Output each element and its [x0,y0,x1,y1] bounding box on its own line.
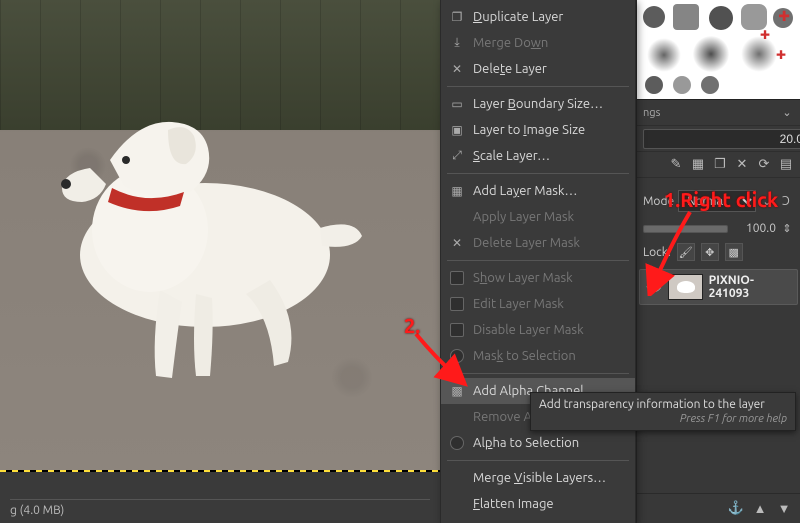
checkbox-icon [450,323,464,337]
brush-settings-row[interactable]: ngs ⌄ [637,100,800,126]
layers-list: 👁 PIXNIO-241093 [637,265,800,309]
status-bar: g (4.0 MB) [0,472,440,523]
brush-toolbar: ✎ ▦ ❐ ✕ ⟳ ▤ [637,152,800,178]
opacity-row: 100.0 ⇕ [637,218,800,239]
scale-icon: ⤢ [449,148,465,164]
lock-position-icon[interactable]: ✥ [701,243,719,261]
anchor-icon[interactable]: ⚓ [728,501,744,517]
layer-context-menu: ❐ Duplicate Layer ⤓ Merge Down ✕ Delete … [440,0,636,523]
opacity-slider[interactable] [643,225,728,233]
edit-brush-icon[interactable]: ✎ [668,157,684,173]
lock-alpha-icon[interactable]: ▩ [725,243,743,261]
menu-separator [447,373,629,374]
duplicate-icon: ❐ [449,9,465,25]
spacing-input[interactable] [643,129,800,149]
menu-scale-layer[interactable]: ⤢ Scale Layer… [441,143,635,169]
blank-icon [449,496,465,512]
canvas-content-dog [20,60,380,400]
fit-image-icon: ▣ [449,122,465,138]
status-text: g (4.0 MB) [10,499,430,517]
duplicate-brush-icon[interactable]: ❐ [712,157,728,173]
blank-icon [449,409,465,425]
alpha-channel-icon: ▩ [449,383,465,399]
menu-separator [447,260,629,261]
radio-icon [450,436,464,450]
radio-icon [450,349,464,363]
lock-pixels-icon[interactable]: 🖌 [677,243,695,261]
layer-thumbnail[interactable] [668,274,703,300]
right-panel: ✚ ✚ ✚ ngs ⌄ ⇕ ✎ ▦ ❐ ✕ ⟳ ▤ Mode Normal ⌄ … [636,0,800,523]
menu-merge-down: ⤓ Merge Down [441,30,635,56]
menu-show-layer-mask: Show Layer Mask [441,265,635,291]
refresh-icon[interactable]: ⟳ [756,157,772,173]
merge-down-icon: ⤓ [449,35,465,51]
blank-icon [449,209,465,225]
brushes-panel[interactable]: ✚ ✚ ✚ [637,0,800,100]
layer-down-icon[interactable]: ▼ [776,501,792,517]
linked-icon[interactable]: ɔ [778,193,794,209]
annotation-label-2: 2. [404,314,420,337]
stepper-icon[interactable]: ⇕ [780,222,794,235]
layer-name[interactable]: PIXNIO-241093 [709,274,791,300]
menu-flatten-image[interactable]: Flatten Image [441,491,635,517]
menu-layer-to-image-size[interactable]: ▣ Layer to Image Size [441,117,635,143]
menu-separator [447,173,629,174]
tooltip: Add transparency information to the laye… [530,392,796,431]
checkbox-icon [450,271,464,285]
opacity-value: 100.0 [732,222,776,235]
menu-separator [447,86,629,87]
tooltip-help: Press F1 for more help [539,413,787,425]
menu-layer-boundary-size[interactable]: ▭ Layer Boundary Size… [441,91,635,117]
boundary-icon: ▭ [449,96,465,112]
menu-apply-layer-mask: Apply Layer Mask [441,204,635,230]
delete-mask-icon: ✕ [449,235,465,251]
menu-icon[interactable]: ▤ [778,157,794,173]
menu-separator [447,460,629,461]
menu-delete-layer[interactable]: ✕ Delete Layer [441,56,635,82]
menu-edit-layer-mask: Edit Layer Mask [441,291,635,317]
add-mask-icon: ▦ [449,183,465,199]
menu-delete-layer-mask: ✕ Delete Layer Mask [441,230,635,256]
menu-mask-to-selection: Mask to Selection [441,343,635,369]
menu-add-layer-mask[interactable]: ▦ Add Layer Mask… [441,178,635,204]
delete-brush-icon[interactable]: ✕ [734,157,750,173]
chevron-down-icon: ⌄ [780,106,794,119]
lock-label: Lock: [643,246,671,259]
tooltip-text: Add transparency information to the laye… [539,398,787,411]
annotation-label-1: 1.Right click [664,188,778,211]
layer-up-icon[interactable]: ▲ [752,501,768,517]
menu-duplicate-layer[interactable]: ❐ Duplicate Layer [441,4,635,30]
menu-alpha-to-selection[interactable]: Alpha to Selection [441,430,635,456]
delete-icon: ✕ [449,61,465,77]
blank-icon [449,470,465,486]
image-canvas[interactable] [0,0,440,472]
layer-item[interactable]: 👁 PIXNIO-241093 [639,269,798,305]
spacing-input-row[interactable]: ⇕ [637,126,800,152]
visibility-eye-icon[interactable]: 👁 [646,279,662,295]
checkbox-icon [450,297,464,311]
lock-row: Lock: 🖌 ✥ ▩ [637,239,800,265]
menu-disable-layer-mask: Disable Layer Mask [441,317,635,343]
menu-merge-visible-layers[interactable]: Merge Visible Layers… [441,465,635,491]
new-brush-icon[interactable]: ▦ [690,157,706,173]
